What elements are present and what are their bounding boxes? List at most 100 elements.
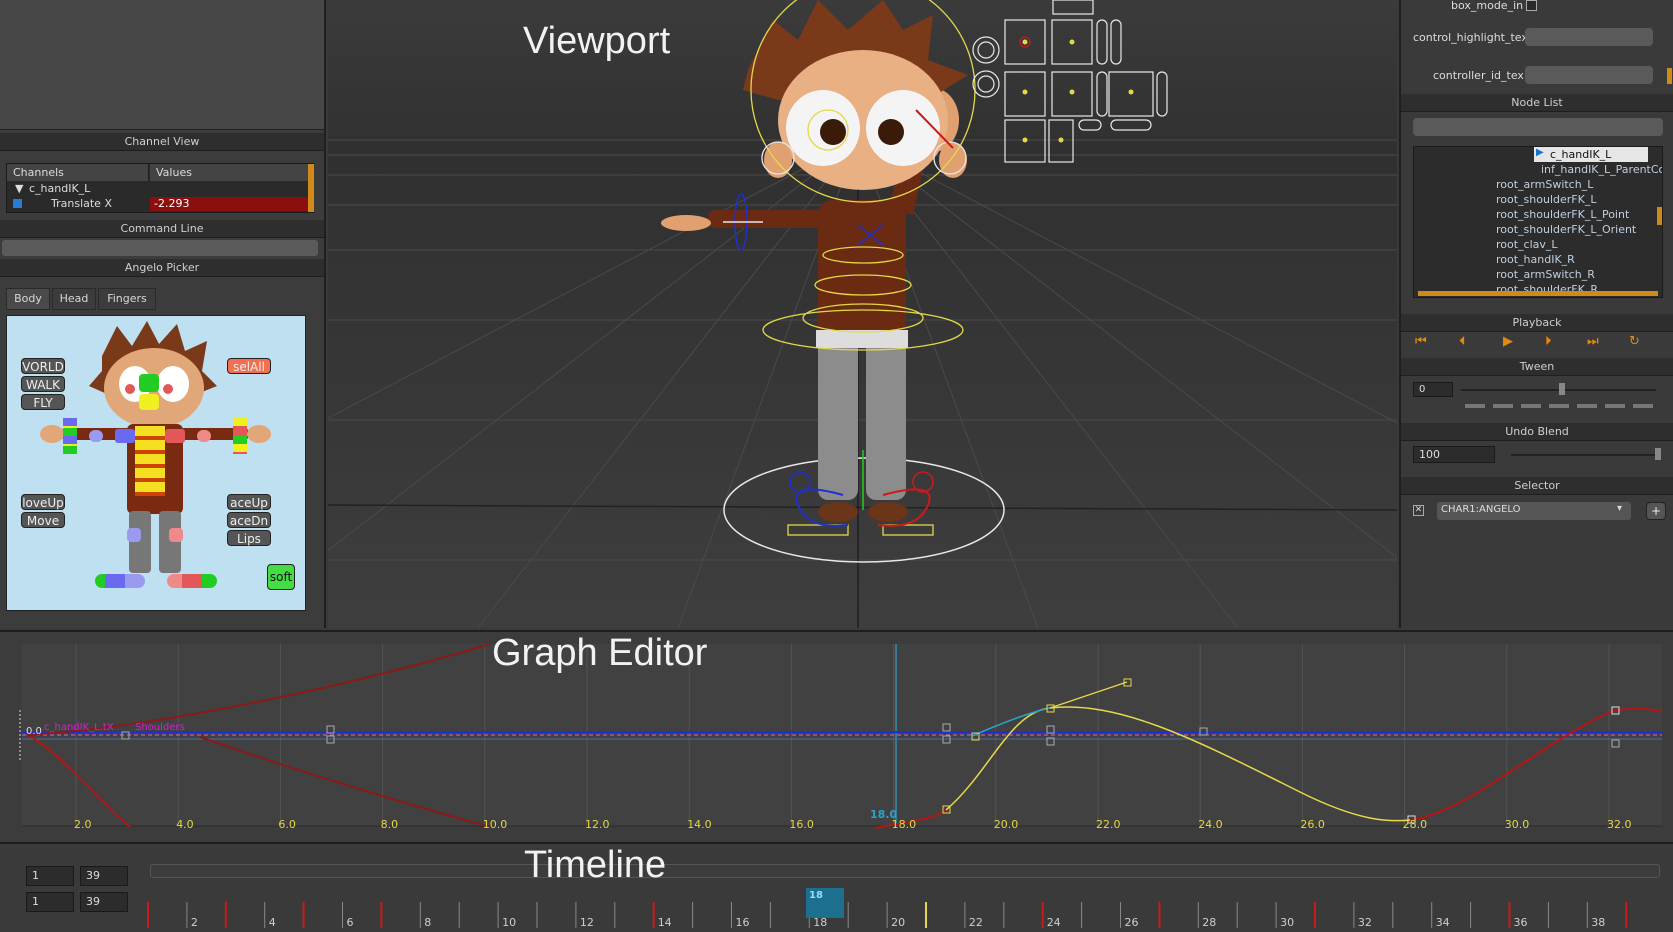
- shoulder-l-control[interactable]: [115, 429, 135, 443]
- channel-attr[interactable]: Translate X: [51, 197, 112, 210]
- hand-l-control[interactable]: [63, 418, 77, 454]
- arm-r-control[interactable]: [197, 430, 211, 442]
- end-frame-field[interactable]: 39: [80, 866, 128, 886]
- channel-value-field[interactable]: -2.293: [150, 197, 308, 211]
- last-frame-icon[interactable]: ⏭: [1587, 334, 1599, 349]
- tab-head[interactable]: Head: [52, 288, 96, 310]
- undo-blend-handle[interactable]: [1655, 448, 1661, 460]
- graph-x-tick: 30.0: [1504, 818, 1530, 831]
- ruler-label: 10: [502, 916, 516, 928]
- tab-body[interactable]: Body: [6, 288, 50, 310]
- graph-x-tick: 4.0: [176, 818, 194, 831]
- ruler-label: 34: [1436, 916, 1450, 928]
- ruler-label: 32: [1358, 916, 1372, 928]
- node-item[interactable]: root_shoulderFK_L_Orient: [1482, 222, 1636, 237]
- move-button[interactable]: Move: [21, 512, 65, 528]
- selector-dropdown[interactable]: CHAR1:ANGELO ▾: [1437, 502, 1631, 520]
- current-frame-marker[interactable]: 18: [806, 888, 844, 918]
- selector-clear-icon[interactable]: ✕: [1413, 505, 1424, 516]
- channel-node[interactable]: c_handIK_L: [29, 182, 90, 195]
- graph-x-tick: 22.0: [1096, 818, 1121, 831]
- command-line-header: Command Line: [0, 220, 324, 238]
- move-up-button[interactable]: loveUp: [21, 494, 65, 510]
- graph-overlay-label: Graph Editor: [492, 632, 708, 674]
- node-filter-field[interactable]: [1413, 118, 1663, 136]
- tween-presets[interactable]: [1465, 404, 1655, 408]
- channels-col-label: Channels: [13, 166, 64, 179]
- graph-x-tick: 2.0: [74, 818, 92, 831]
- ruler-label: 14: [658, 916, 672, 928]
- fly-button[interactable]: FLY: [21, 394, 65, 410]
- face-control[interactable]: [139, 394, 159, 410]
- node-item[interactable]: inf_handIK_L_ParentCo: [1529, 162, 1662, 177]
- undo-blend-field[interactable]: 100: [1413, 446, 1495, 463]
- node-item[interactable]: root_handIK_R: [1482, 252, 1575, 267]
- channel-scrollbar[interactable]: [308, 164, 314, 212]
- node-item-selected[interactable]: c_handIK_L: [1534, 147, 1648, 162]
- expand-icon[interactable]: ▼: [15, 182, 23, 195]
- select-all-button[interactable]: selAll: [227, 358, 271, 374]
- hand-r-control[interactable]: [233, 418, 247, 454]
- soft-button[interactable]: soft: [267, 564, 295, 590]
- picker-header: Angelo Picker: [0, 259, 324, 277]
- time-ruler[interactable]: 2 4 6 8 10 12 14 16 18 20 22 24 26 28 30 32 34 36 38 18: [146, 888, 1641, 929]
- tab-fingers[interactable]: Fingers: [98, 288, 156, 310]
- selector-add-button[interactable]: +: [1646, 502, 1666, 520]
- graph-x-tick: 26.0: [1300, 818, 1325, 831]
- control-highlight-label: control_highlight_tex: [1413, 31, 1528, 44]
- node-item[interactable]: root_armSwitch_L: [1482, 177, 1593, 192]
- walk-button[interactable]: WALK: [21, 376, 65, 392]
- undo-blend-track[interactable]: [1511, 454, 1661, 456]
- box-mode-checkbox[interactable]: [1526, 0, 1537, 11]
- knee-l-control[interactable]: [127, 528, 141, 542]
- node-expand-icon[interactable]: ▶: [1536, 147, 1544, 158]
- command-line-input[interactable]: [2, 240, 318, 256]
- tween-slider-handle[interactable]: [1559, 383, 1565, 395]
- arm-l-control[interactable]: [89, 430, 103, 442]
- foot-l-control[interactable]: [95, 574, 145, 588]
- graph-current-frame: 18.0: [870, 808, 898, 821]
- range-slider[interactable]: [150, 864, 1660, 878]
- next-key-icon[interactable]: ⏵: [1545, 334, 1552, 349]
- node-list-vscroll[interactable]: [1657, 207, 1662, 225]
- range-end-field[interactable]: 39: [80, 892, 128, 912]
- channels-col-header[interactable]: Channels: [7, 164, 149, 181]
- first-frame-icon[interactable]: ⏮: [1415, 334, 1427, 349]
- node-item[interactable]: root_armSwitch_R: [1482, 267, 1595, 282]
- graph-x-tick: 16.0: [789, 818, 814, 831]
- eye-r-control[interactable]: [163, 384, 173, 394]
- tween-value-field[interactable]: 0: [1413, 382, 1453, 397]
- picker-tabs: Body Head Fingers: [4, 288, 304, 310]
- world-button[interactable]: VORLD: [21, 358, 65, 374]
- graph-editor[interactable]: 0.0 c_handIK_L.tX Shoulders 2.0 4.0 6.0 8.0…: [0, 630, 1673, 840]
- spine-controls[interactable]: [135, 426, 165, 496]
- foot-r-control[interactable]: [167, 574, 217, 588]
- graph-channel-label: c_handIK_L.tX: [44, 722, 114, 733]
- start-frame-field[interactable]: 1: [26, 866, 74, 886]
- node-item[interactable]: root_shoulderFK_L: [1482, 192, 1596, 207]
- node-item[interactable]: root_shoulderFK_L_Point: [1482, 207, 1629, 222]
- node-list-header: Node List: [1401, 94, 1673, 112]
- head-control[interactable]: [139, 374, 159, 392]
- control-highlight-field[interactable]: [1525, 28, 1653, 46]
- eye-l-control[interactable]: [125, 384, 135, 394]
- ruler-label: 20: [891, 916, 905, 928]
- play-icon[interactable]: ▶: [1503, 334, 1513, 349]
- node-list-hscroll[interactable]: [1418, 291, 1658, 296]
- prev-key-icon[interactable]: ⏴: [1459, 334, 1466, 349]
- shoulder-r-control[interactable]: [165, 429, 185, 443]
- face-up-button[interactable]: aceUp: [227, 494, 271, 510]
- controller-id-field[interactable]: [1525, 66, 1653, 84]
- face-down-button[interactable]: aceDn: [227, 512, 271, 528]
- values-col-label: Values: [156, 166, 192, 179]
- viewport[interactable]: Viewport: [328, 0, 1397, 628]
- right-scroll-marker[interactable]: [1667, 68, 1672, 84]
- loop-icon[interactable]: ↻: [1629, 334, 1640, 349]
- graph-x-tick: 8.0: [380, 818, 399, 831]
- playback-header: Playback: [1401, 314, 1673, 332]
- values-col-header[interactable]: Values: [150, 164, 308, 181]
- lips-button[interactable]: Lips: [227, 530, 271, 546]
- range-start-field[interactable]: 1: [26, 892, 74, 912]
- node-item[interactable]: root_clav_L: [1482, 237, 1558, 252]
- knee-r-control[interactable]: [169, 528, 183, 542]
